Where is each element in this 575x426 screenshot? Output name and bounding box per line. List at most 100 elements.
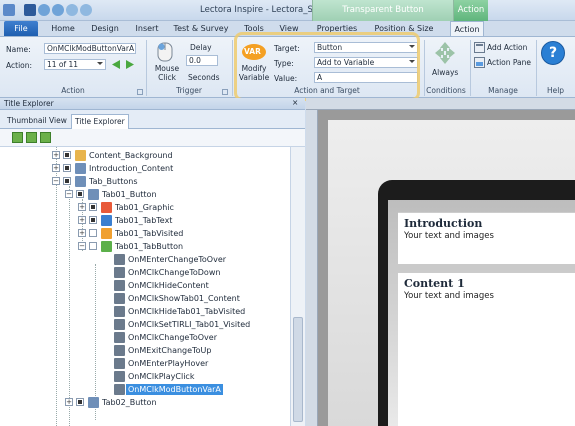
scrollbar-thumb[interactable] [293,317,303,422]
tree-row[interactable]: OnMExitChangeToUp [0,344,290,357]
tree-label: Tab_Buttons [89,177,138,186]
expand-all-icon[interactable] [12,132,23,143]
action-pane-icon [474,57,485,68]
text-icon [101,215,112,226]
tab-file[interactable]: File [4,21,38,36]
folder-icon [75,176,86,187]
undo-icon[interactable] [38,4,50,16]
explorer-toolbar [0,129,305,147]
content-card[interactable]: Content 1 Your text and images [398,272,575,426]
tree-row[interactable]: + Content_Background [0,149,290,162]
tree-row[interactable]: + Tab01_Graphic [0,201,290,214]
tree-label: Tab01_TabButton [115,242,184,251]
action-icon [114,319,125,330]
always-button[interactable]: Always [428,40,462,84]
action-icon [114,358,125,369]
tree-label: Tab01_Graphic [115,203,174,212]
page-canvas[interactable]: Introduction Your text and images Conten… [328,120,575,426]
tree-label: OnMEnterPlayHover [128,359,209,368]
action-icon [114,254,125,265]
tree-scrollbar[interactable] [290,147,305,426]
action-pane-button[interactable]: Action Pane [474,57,534,69]
tree-row[interactable]: OnMEnterPlayHover [0,357,290,370]
visibility-checkbox[interactable] [76,190,84,198]
visibility-checkbox[interactable] [63,164,71,172]
tab-home[interactable]: Home [48,21,78,36]
tree-row[interactable]: OnMClkHideTab01_TabVisited [0,305,290,318]
visibility-checkbox[interactable] [89,242,97,250]
delay-input[interactable]: 0.0 [186,55,218,66]
add-action-label: Add Action [487,43,528,52]
visibility-checkbox[interactable] [63,177,71,185]
dialog-launcher-icon[interactable] [137,89,143,95]
tab-action[interactable]: Action [450,21,484,36]
visibility-checkbox[interactable] [89,229,97,237]
visibility-checkbox[interactable] [89,203,97,211]
expander-icon[interactable]: + [65,398,73,406]
expander-icon[interactable]: − [65,190,73,198]
tab-design[interactable]: Design [88,21,122,36]
preview-icon[interactable] [66,4,78,16]
tree-row[interactable]: OnMClkShowTab01_Content [0,292,290,305]
pin-icon[interactable]: × [292,98,298,107]
tree-row[interactable]: + Tab01_TabText [0,214,290,227]
tree-row[interactable]: + Introduction_Content [0,162,290,175]
next-action-icon[interactable] [124,59,136,70]
app-logo-icon[interactable] [3,4,15,16]
introduction-card[interactable]: Introduction Your text and images [398,212,575,264]
explorer-header: Title Explorer × [0,98,305,110]
action-icon [114,371,125,382]
expander-icon[interactable]: + [78,216,86,224]
tree-label: OnMClkChangeToOver [128,333,218,342]
action-pane-label: Action Pane [487,58,532,67]
tab-thumbnail-view[interactable]: Thumbnail View [4,114,70,129]
name-label: Name: [6,45,31,54]
tab-title-explorer[interactable]: Title Explorer [71,114,129,129]
add-action-button[interactable]: Add Action [474,42,534,54]
tree-label: Tab01_TabText [115,216,173,225]
tree-row[interactable]: − Tab01_TabButton [0,240,290,253]
options-icon[interactable] [80,4,92,16]
expander-icon[interactable]: − [78,242,86,250]
save-icon[interactable] [24,4,36,16]
tab-insert[interactable]: Insert [132,21,162,36]
dialog-launcher-icon[interactable] [222,89,228,95]
expander-icon[interactable]: + [78,203,86,211]
context-tab-group-label: Transparent Button [342,5,424,15]
action-name-field[interactable]: OnMClkModButtonVarA [44,43,136,54]
tree-row[interactable]: OnMClkChangeToDown [0,266,290,279]
tree-row[interactable]: OnMClkPlayClick [0,370,290,383]
tree-row[interactable]: + Tab01_TabVisited [0,227,290,240]
tree-row-selected[interactable]: OnMClkModButtonVarA [0,383,290,396]
visibility-checkbox[interactable] [76,398,84,406]
previous-action-icon[interactable] [110,59,122,70]
action-icon [114,293,125,304]
mouse-click-button[interactable]: Mouse Click [150,40,180,84]
card-title: Content 1 [404,277,465,290]
stage-area: Introduction Your text and images Conten… [306,98,575,426]
collapse-all-icon[interactable] [26,132,37,143]
tree-row[interactable]: OnMClkSetTIRLI_Tab01_Visited [0,318,290,331]
expander-icon[interactable]: − [52,177,60,185]
redo-icon[interactable] [52,4,64,16]
tree-label: Tab01_TabVisited [115,229,184,238]
tree-row[interactable]: − Tab01_Button [0,188,290,201]
visibility-checkbox[interactable] [63,151,71,159]
tree-row[interactable]: OnMClkHideContent [0,279,290,292]
expander-icon[interactable]: + [52,151,60,159]
tree-label: OnMClkHideTab01_TabVisited [128,307,246,316]
tab-test-survey[interactable]: Test & Survey [172,21,230,36]
help-icon[interactable]: ? [541,41,565,65]
expander-icon[interactable]: + [52,164,60,172]
action-select[interactable]: 11 of 11 [44,59,106,70]
action-icon [114,267,125,278]
tree-row[interactable]: + Tab02_Button [0,396,290,409]
expander-icon[interactable]: + [78,229,86,237]
visibility-checkbox[interactable] [89,216,97,224]
add-item-icon[interactable] [40,132,51,143]
tree-row[interactable]: OnMEnterChangeToOver [0,253,290,266]
tree-row[interactable]: − Tab_Buttons [0,175,290,188]
chevron-down-icon [97,62,103,65]
tree-label: Content_Background [89,151,173,160]
tree-row[interactable]: OnMClkChangeToOver [0,331,290,344]
